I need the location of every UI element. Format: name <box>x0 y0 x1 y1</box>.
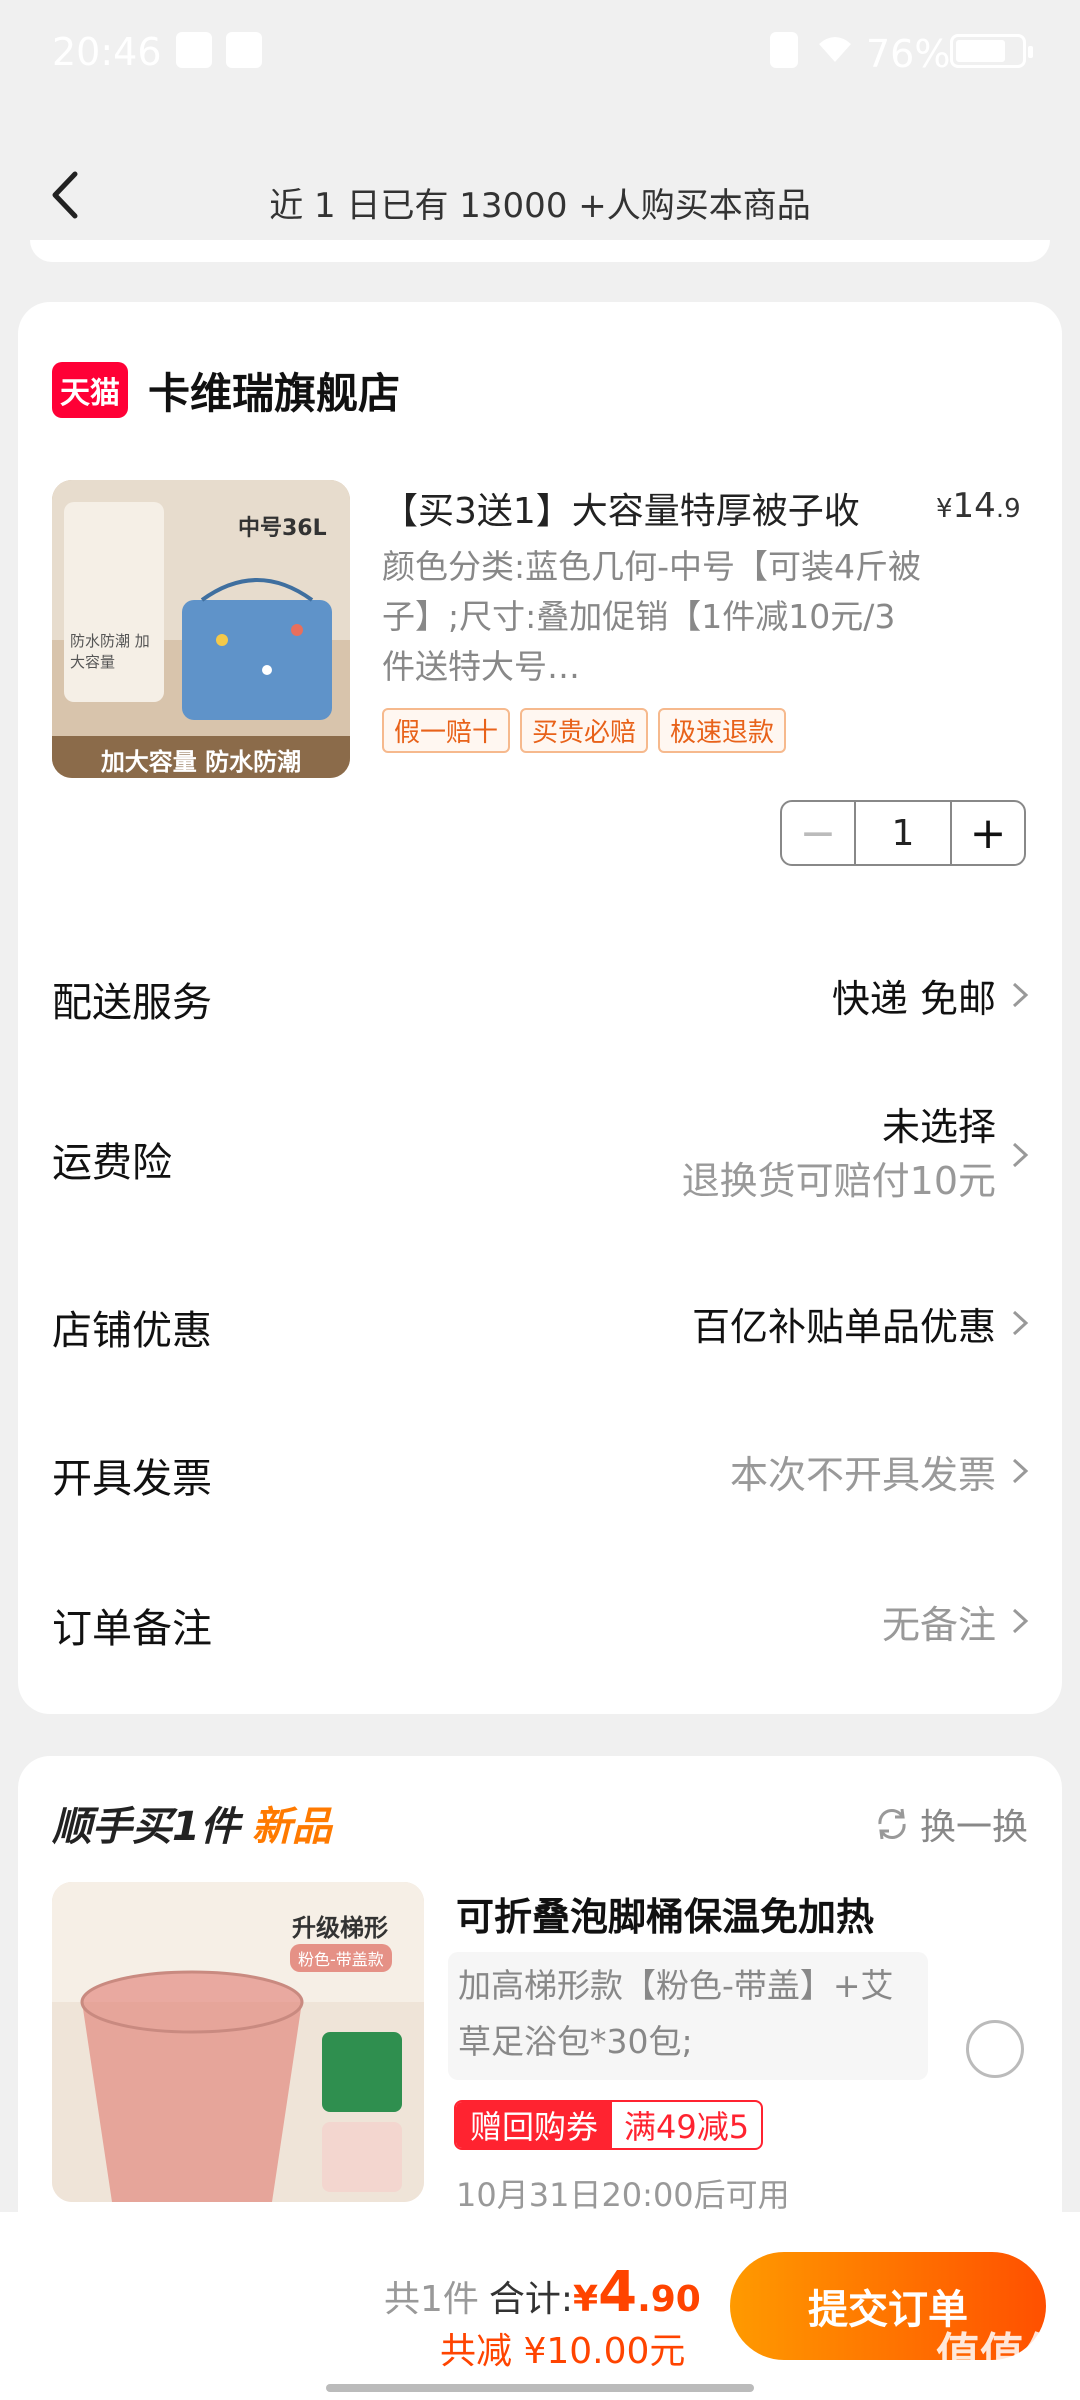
note-value: 无备注 <box>881 1603 996 1647</box>
invoice-row[interactable]: 开具发票 本次不开具发票 <box>18 1416 1062 1526</box>
store-discount-row[interactable]: 店铺优惠 百亿补贴单品优惠 <box>18 1268 1062 1378</box>
discount-value: 百亿补贴单品优惠 <box>691 1305 996 1349</box>
recommend-image[interactable]: 升级梯形 粉色-带盖款 <box>52 1882 424 2202</box>
home-indicator[interactable] <box>326 2384 754 2392</box>
insurance-value: 未选择 <box>881 1105 996 1149</box>
page-title: 近 1 日已有 13000 +人购买本商品 <box>269 186 811 226</box>
product-title[interactable]: 【买3送1】大容量特厚被子收 <box>382 482 922 534</box>
refresh-icon <box>878 1808 906 1840</box>
store-header[interactable]: 天猫 卡维瑞旗舰店 <box>52 358 400 422</box>
increase-button[interactable]: + <box>952 802 1024 864</box>
service-tags: 假一赔十 买贵必赔 极速退款 <box>382 708 787 753</box>
recommend-select-radio[interactable] <box>966 2020 1024 2078</box>
chevron-right-icon <box>1012 1142 1029 1168</box>
total-price: ¥4.90 <box>573 2260 701 2325</box>
battery-percent: 76% <box>866 32 951 76</box>
recommend-image-badge: 升级梯形 <box>292 1914 388 1942</box>
app-notification-icon <box>226 32 262 68</box>
quantity-stepper: − 1 + <box>780 800 1026 866</box>
coupon-label: 赠回购券 <box>456 2102 613 2148</box>
watermark-url: zhizhizhi.com <box>940 2370 1062 2391</box>
decrease-button[interactable]: − <box>782 802 854 864</box>
repurchase-coupon: 赠回购券 满49减5 <box>454 2100 764 2150</box>
previous-card-edge <box>30 240 1050 262</box>
recommend-item-spec[interactable]: 加高梯形款【粉色-带盖】+艾草足浴包*30包; <box>448 1952 928 2080</box>
new-label: 新品 <box>251 1804 332 1850</box>
tag-fake-compensation: 假一赔十 <box>382 708 511 753</box>
qq-icon <box>176 32 212 68</box>
nav-bar: 近 1 日已有 13000 +人购买本商品 <box>0 140 1080 250</box>
shipping-insurance-row[interactable]: 运费险 未选择 退换货可赔付10元 <box>18 1100 1062 1240</box>
delivery-value: 快递 免邮 <box>831 977 996 1021</box>
chevron-right-icon <box>1012 1608 1029 1634</box>
chevron-right-icon <box>1012 982 1029 1008</box>
product-image[interactable]: 中号36L 防水防潮 加大容量 加大容量 防水防潮 <box>52 480 350 778</box>
order-card: 天猫 卡维瑞旗舰店 中号36L 防水防潮 加大容量 加大容量 防水防潮 【买3送… <box>18 302 1062 1714</box>
tmall-logo: 天猫 <box>52 362 128 418</box>
invoice-value: 本次不开具发票 <box>729 1453 996 1497</box>
order-note-row[interactable]: 订单备注 无备注 <box>18 1566 1062 1676</box>
quantity-value[interactable]: 1 <box>854 802 952 864</box>
tag-price-guarantee: 买贵必赔 <box>520 708 649 753</box>
insurance-sub: 退换货可赔付10元 <box>681 1159 996 1203</box>
invoice-label: 开具发票 <box>52 1456 212 1502</box>
insurance-label: 运费险 <box>52 1140 172 1186</box>
product-banner: 加大容量 防水防潮 <box>100 748 302 776</box>
delivery-row[interactable]: 配送服务 快递 免邮 <box>18 940 1062 1050</box>
product-price: ¥14.9 <box>936 486 1021 526</box>
chevron-right-icon <box>1012 1310 1029 1336</box>
battery-icon <box>950 34 1033 68</box>
order-total: 共1件 合计:¥4.90 <box>384 2260 701 2325</box>
checkout-bar: 共1件 合计:¥4.90 共减 ¥10.00元 提交订单 <box>0 2212 1080 2400</box>
recommend-title: 顺手买1件 新品 <box>52 1804 332 1850</box>
status-bar: 20:46 76% <box>0 0 1080 100</box>
status-time: 20:46 <box>52 30 162 74</box>
coupon-value: 满49减5 <box>624 2108 750 2146</box>
wifi-icon <box>816 32 854 68</box>
sim-icon <box>770 32 798 68</box>
product-spec[interactable]: 颜色分类:蓝色几何-中号【可装4斤被子】;尺寸:叠加促销【1件减10元/3件送特… <box>382 542 922 692</box>
store-name[interactable]: 卡维瑞旗舰店 <box>148 360 400 421</box>
total-saved: 共减 ¥10.00元 <box>440 2331 686 2372</box>
product-size-label: 中号36L <box>238 516 327 541</box>
coupon-valid-time: 10月31日20:00后可用 <box>456 2176 790 2214</box>
item-count: 共1件 <box>384 2279 479 2320</box>
note-label: 订单备注 <box>52 1606 212 1652</box>
product-side-label: 防水防潮 加大容量 <box>70 632 150 671</box>
delivery-label: 配送服务 <box>52 980 212 1026</box>
tag-fast-refund: 极速退款 <box>658 708 787 753</box>
total-label: 合计: <box>488 2279 574 2320</box>
recommend-item-title[interactable]: 可折叠泡脚桶保温免加热 <box>456 1886 874 1941</box>
swap-button[interactable]: 换一换 <box>872 1798 1028 1850</box>
recommend-image-sub-badge: 粉色-带盖款 <box>290 1944 392 1972</box>
chevron-right-icon <box>1012 1458 1029 1484</box>
discount-label: 店铺优惠 <box>52 1308 212 1354</box>
